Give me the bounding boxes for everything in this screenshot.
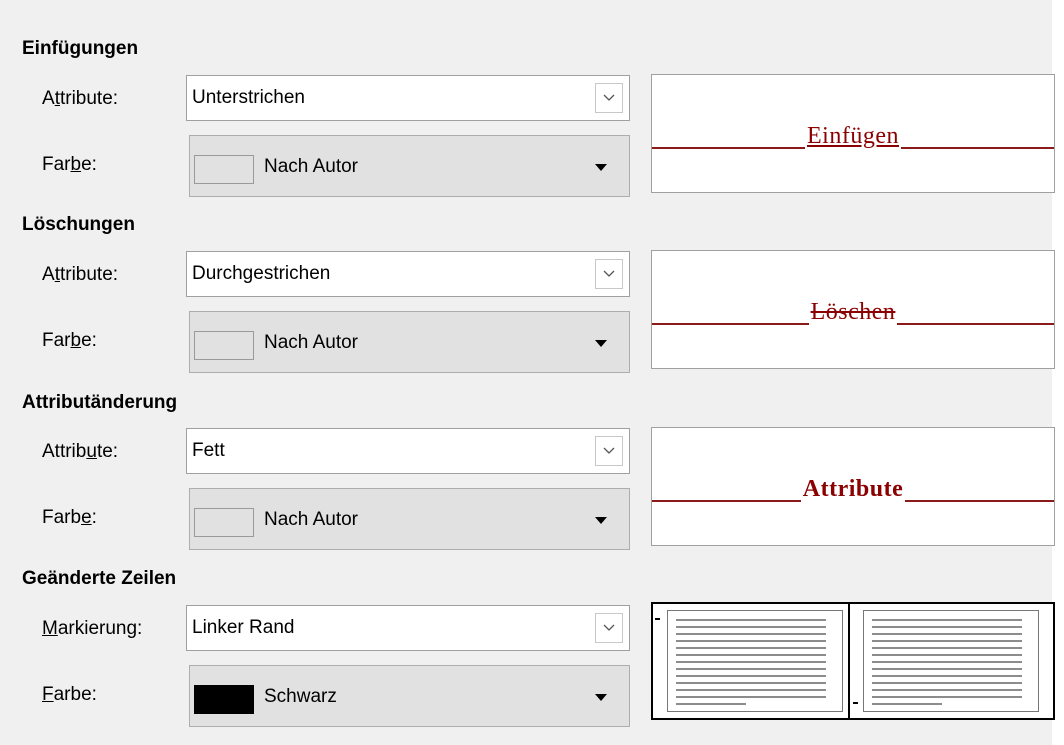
changed-lines-color-swatch bbox=[194, 685, 254, 714]
attribute-changes-color-value: Nach Autor bbox=[264, 509, 358, 530]
attribute-changes-attribute-label: Attribute: bbox=[42, 441, 119, 462]
section-title-deletions: Löschungen bbox=[22, 214, 135, 235]
triangle-down-icon bbox=[595, 164, 607, 171]
margin-mark-right bbox=[853, 702, 858, 704]
deletions-preview-text: Löschen bbox=[808, 299, 898, 325]
insertions-color-value: Nach Autor bbox=[264, 156, 358, 177]
chevron-down-icon[interactable] bbox=[595, 83, 623, 113]
changed-lines-color-label: Farbe: bbox=[42, 684, 97, 705]
chevron-down-icon[interactable] bbox=[595, 259, 623, 289]
section-title-insertions: Einfügungen bbox=[22, 38, 139, 59]
attribute-changes-preview: Attribute bbox=[651, 427, 1055, 546]
changed-lines-mark-label: Markierung: bbox=[42, 618, 143, 639]
attribute-changes-preview-text: Attribute bbox=[800, 476, 906, 502]
insertions-color-swatch bbox=[194, 155, 254, 184]
attribute-changes-color-label: Farbe: bbox=[42, 507, 97, 528]
insertions-attribute-label: Attribute: bbox=[42, 88, 119, 109]
deletions-color-dropdown[interactable]: Nach Autor bbox=[189, 311, 630, 373]
triangle-down-icon bbox=[595, 340, 607, 347]
page-divider bbox=[848, 604, 850, 718]
changed-lines-preview bbox=[651, 602, 1055, 720]
triangle-down-icon bbox=[595, 517, 607, 524]
preview-page-left bbox=[667, 610, 843, 712]
section-title-changed-lines: Geänderte Zeilen bbox=[22, 568, 177, 589]
insertions-attribute-value: Unterstrichen bbox=[192, 87, 305, 108]
deletions-color-value: Nach Autor bbox=[264, 332, 358, 353]
deletions-color-label: Farbe: bbox=[42, 330, 97, 351]
deletions-color-swatch bbox=[194, 331, 254, 360]
attribute-changes-color-swatch bbox=[194, 508, 254, 537]
changed-lines-color-dropdown[interactable]: Schwarz bbox=[189, 665, 630, 727]
insertions-color-dropdown[interactable]: Nach Autor bbox=[189, 135, 630, 197]
insertions-preview: Einfügen bbox=[651, 74, 1055, 193]
chevron-down-icon[interactable] bbox=[595, 436, 623, 466]
attribute-changes-attribute-combobox[interactable]: Fett bbox=[186, 428, 630, 474]
chevron-down-icon[interactable] bbox=[595, 613, 623, 643]
margin-mark-left bbox=[655, 618, 660, 620]
deletions-attribute-value: Durchgestrichen bbox=[192, 263, 331, 284]
attribute-changes-attribute-value: Fett bbox=[192, 440, 225, 461]
insertions-attribute-combobox[interactable]: Unterstrichen bbox=[186, 75, 630, 121]
insertions-preview-text: Einfügen bbox=[805, 123, 901, 149]
triangle-down-icon bbox=[595, 694, 607, 701]
attribute-changes-color-dropdown[interactable]: Nach Autor bbox=[189, 488, 630, 550]
deletions-attribute-combobox[interactable]: Durchgestrichen bbox=[186, 251, 630, 297]
deletions-preview: Löschen bbox=[651, 250, 1055, 369]
changed-lines-mark-value: Linker Rand bbox=[192, 617, 295, 638]
changed-lines-color-value: Schwarz bbox=[264, 686, 337, 707]
changed-lines-mark-combobox[interactable]: Linker Rand bbox=[186, 605, 630, 651]
preview-page-right bbox=[863, 610, 1039, 712]
section-title-attribute-changes: Attributänderung bbox=[22, 392, 178, 413]
deletions-attribute-label: Attribute: bbox=[42, 264, 119, 285]
insertions-color-label: Farbe: bbox=[42, 154, 97, 175]
track-changes-options-panel: Einfügungen Attribute: Unterstrichen Far… bbox=[0, 0, 1055, 745]
